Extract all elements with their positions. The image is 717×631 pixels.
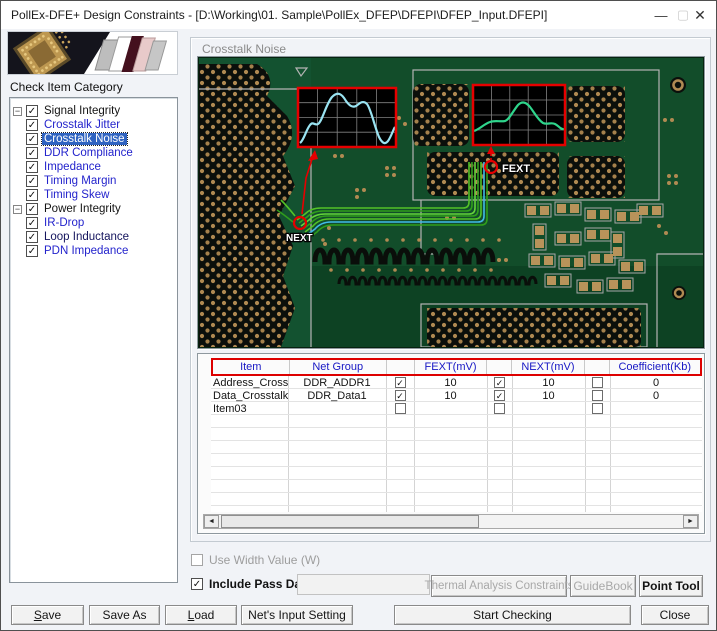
pass-data-field	[297, 574, 430, 595]
cell-fext[interactable]: 10	[414, 389, 487, 402]
checkbox[interactable]: ✓	[26, 175, 38, 187]
tree-item-timing-skew[interactable]: ✓ Timing Skew	[13, 188, 111, 202]
cell-item[interactable]: Item03	[211, 402, 288, 415]
cell-next[interactable]: 10	[512, 389, 585, 402]
point-tool-button[interactable]: Point Tool	[639, 575, 703, 597]
start-checking-button[interactable]: Start Checking	[394, 605, 631, 625]
cell-item[interactable]: Data_Crosstalk	[211, 389, 288, 402]
tree-item-ir-drop[interactable]: ✓ IR-Drop	[13, 216, 86, 230]
fext-checkbox[interactable]: ✓	[395, 377, 406, 388]
check-item-tree: − ✓ Signal Integrity ✓ Crosstalk Jitter …	[9, 97, 178, 583]
save-as-button[interactable]: Save As	[89, 605, 160, 625]
close-button[interactable]: Close	[641, 605, 709, 625]
col-header-next-check[interactable]	[487, 360, 512, 374]
coef-checkbox[interactable]	[592, 390, 603, 401]
next-label: NEXT	[286, 233, 313, 244]
cell-net-group[interactable]: DDR_Data1	[288, 389, 386, 402]
checkbox[interactable]: ✓	[26, 189, 38, 201]
cell-next[interactable]: 10	[512, 376, 585, 389]
checkbox[interactable]: ✓	[26, 231, 38, 243]
col-header-net-group[interactable]: Net Group	[290, 360, 387, 374]
fext-label: FEXT	[502, 163, 530, 175]
col-header-coefficient[interactable]: Coefficient(Kb)	[610, 360, 700, 374]
minimize-icon[interactable]: —	[647, 1, 675, 29]
window-title: PollEx-DFE+ Design Constraints - [D:\Wor…	[11, 8, 547, 22]
horizontal-scrollbar[interactable]: ◄ ►	[203, 514, 699, 529]
cell-net-group[interactable]	[288, 402, 386, 415]
tree-item-pdn-impedance[interactable]: ✓ PDN Impedance	[13, 244, 130, 258]
tree-item-loop-inductance[interactable]: ✓ Loop Inductance	[13, 230, 131, 244]
tree-item-crosstalk-jitter[interactable]: ✓ Crosstalk Jitter	[13, 118, 122, 132]
tree-item-impedance[interactable]: ✓ Impedance	[13, 160, 103, 174]
use-width-checkbox	[191, 554, 203, 566]
next-checkbox[interactable]: ✓	[494, 377, 505, 388]
selected-tree-item[interactable]: Crosstalk Noise	[42, 133, 127, 145]
checkbox[interactable]: ✓	[26, 105, 38, 117]
banner-image	[7, 31, 178, 75]
thermal-analysis-button: Thermal Analysis Constraints	[431, 575, 567, 597]
checkbox[interactable]: ✓	[26, 147, 38, 159]
tree-item-crosstalk-noise[interactable]: ✓ Crosstalk Noise	[13, 132, 127, 146]
col-header-fext[interactable]: FEXT(mV)	[415, 360, 488, 374]
cell-next[interactable]	[512, 402, 585, 415]
checkbox[interactable]: ✓	[26, 119, 38, 131]
collapse-icon[interactable]: −	[13, 205, 22, 214]
guidebook-button: GuideBook	[570, 575, 636, 597]
scroll-left-icon[interactable]: ◄	[204, 515, 219, 528]
checkbox[interactable]: ✓	[26, 245, 38, 257]
title-bar: PollEx-DFE+ Design Constraints - [D:\Wor…	[1, 1, 716, 29]
tree-item-signal-integrity[interactable]: − ✓ Signal Integrity	[13, 104, 122, 118]
scrollbar-thumb[interactable]	[221, 515, 479, 528]
use-width-label: Use Width Value (W)	[209, 553, 320, 567]
include-pass-checkbox-row[interactable]: ✓ Include Pass Data	[191, 577, 312, 591]
checkbox[interactable]: ✓	[26, 133, 38, 145]
groupbox-title: Crosstalk Noise	[202, 42, 286, 56]
tree-item-power-integrity[interactable]: − ✓ Power Integrity	[13, 202, 123, 216]
use-width-checkbox-row: Use Width Value (W)	[191, 553, 320, 567]
load-button[interactable]: Load	[165, 605, 237, 625]
cell-net-group[interactable]: DDR_ADDR1	[288, 376, 386, 389]
cell-fext[interactable]: 10	[414, 376, 487, 389]
cell-coefficient[interactable]	[610, 402, 702, 415]
fext-checkbox[interactable]: ✓	[395, 390, 406, 401]
next-checkbox[interactable]: ✓	[494, 390, 505, 401]
fext-checkbox[interactable]	[395, 403, 406, 414]
col-header-item[interactable]: Item	[213, 360, 290, 374]
cell-item[interactable]: Address_Crossta	[211, 376, 288, 389]
dialog-window: PollEx-DFE+ Design Constraints - [D:\Wor…	[0, 0, 717, 631]
cell-coefficient[interactable]: 0	[610, 376, 702, 389]
close-icon[interactable]: ✕	[689, 1, 711, 29]
scroll-right-icon[interactable]: ►	[683, 515, 698, 528]
include-pass-checkbox[interactable]: ✓	[191, 578, 203, 590]
table-row[interactable]: Address_Crossta DDR_ADDR1 ✓ 10 ✓ 10 0	[211, 376, 702, 389]
table-row[interactable]: Data_Crosstalk DDR_Data1 ✓ 10 ✓ 10 0	[211, 389, 702, 402]
checkbox[interactable]: ✓	[26, 161, 38, 173]
cell-coefficient[interactable]: 0	[610, 389, 702, 402]
cell-fext[interactable]	[414, 402, 487, 415]
checkbox[interactable]: ✓	[26, 203, 38, 215]
coef-checkbox[interactable]	[592, 403, 603, 414]
col-header-fext-check[interactable]	[387, 360, 415, 374]
collapse-icon[interactable]: −	[13, 107, 22, 116]
coef-checkbox[interactable]	[592, 377, 603, 388]
category-label: Check Item Category	[10, 80, 123, 94]
col-header-next[interactable]: NEXT(mV)	[512, 360, 585, 374]
tree-item-ddr-compliance[interactable]: ✓ DDR Compliance	[13, 146, 135, 160]
table-body: Address_Crossta DDR_ADDR1 ✓ 10 ✓ 10 0 Da…	[211, 376, 702, 512]
save-button[interactable]: Save	[11, 605, 84, 625]
checkbox[interactable]: ✓	[26, 217, 38, 229]
next-checkbox[interactable]	[494, 403, 505, 414]
table-header-row: Item Net Group FEXT(mV) NEXT(mV) Coeffic…	[211, 358, 702, 376]
col-header-coef-check[interactable]	[585, 360, 610, 374]
constraints-table: Item Net Group FEXT(mV) NEXT(mV) Coeffic…	[197, 353, 705, 534]
tree-item-timing-margin[interactable]: ✓ Timing Margin	[13, 174, 118, 188]
nets-input-setting-button[interactable]: Net's Input Setting	[241, 605, 353, 625]
pcb-preview-image: NEXT FEXT	[197, 56, 705, 349]
table-row[interactable]: Item03	[211, 402, 702, 415]
